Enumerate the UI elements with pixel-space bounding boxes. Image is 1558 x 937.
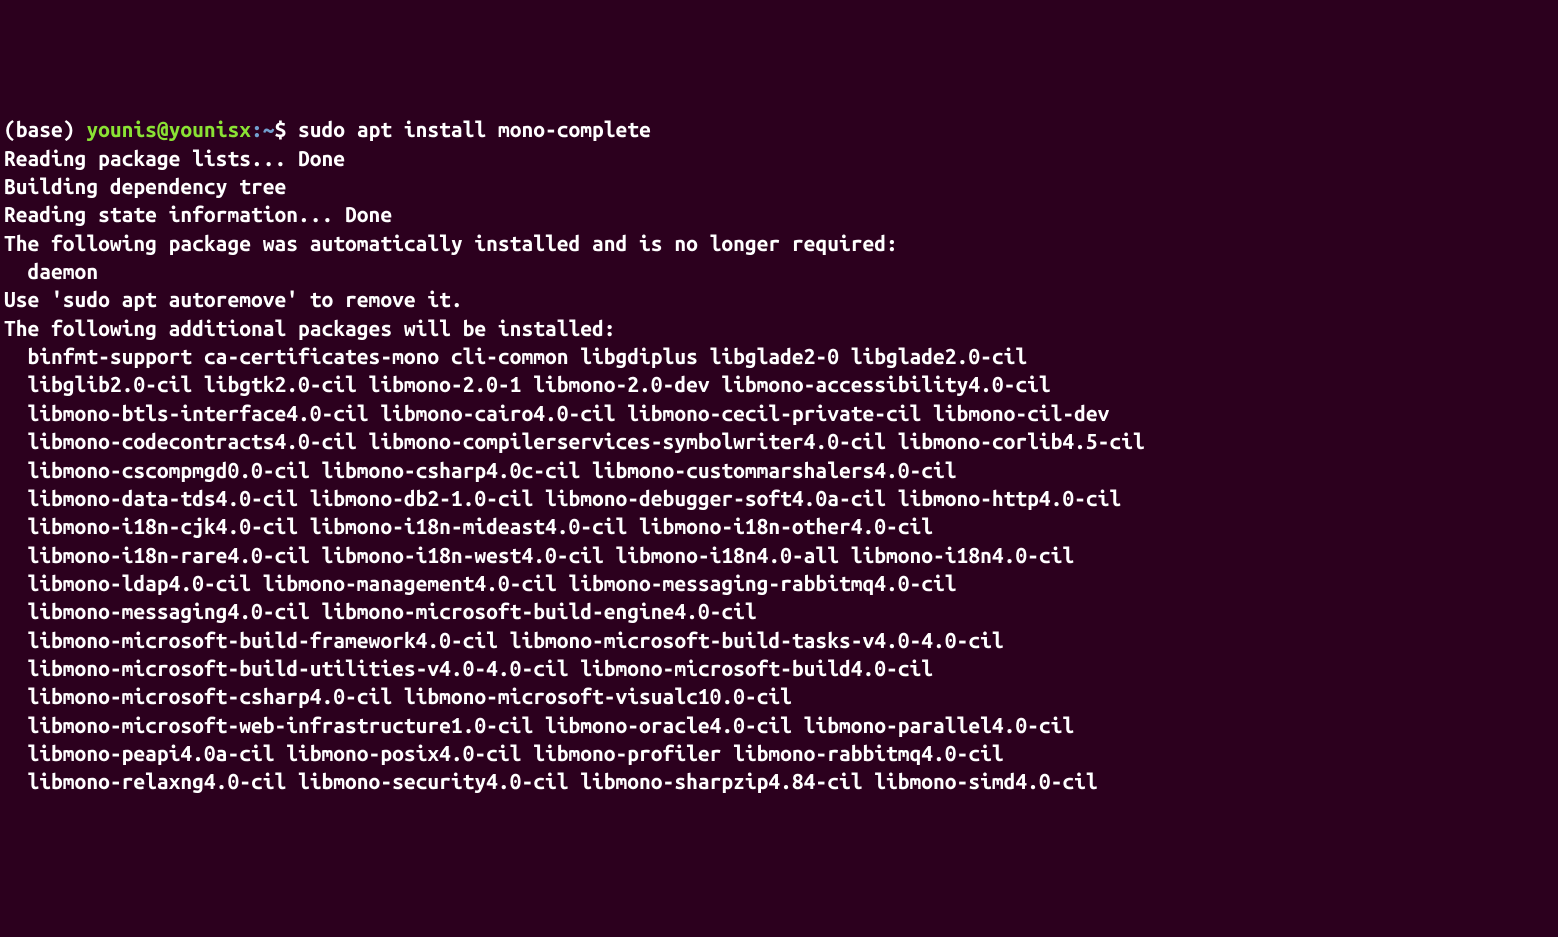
prompt-user-host: younis@younisx [86,117,251,141]
output-line: libmono-ldap4.0-cil libmono-management4.… [4,571,957,595]
prompt-path: :~ [251,117,275,141]
command-text: sudo apt install mono-complete [298,117,651,141]
output-line: libmono-peapi4.0a-cil libmono-posix4.0-c… [4,741,1004,765]
output-line: libmono-microsoft-web-infrastructure1.0-… [4,713,1074,737]
output-line: Reading package lists... Done [4,146,345,170]
prompt-symbol: $ [275,117,299,141]
output-line: The following package was automatically … [4,231,898,255]
output-line: Building dependency tree [4,174,286,198]
terminal-output[interactable]: (base) younis@younisx:~$ sudo apt instal… [4,115,1554,795]
output-line: binfmt-support ca-certificates-mono cli-… [4,344,1027,368]
output-line: libmono-i18n-rare4.0-cil libmono-i18n-we… [4,543,1074,567]
output-line: libglib2.0-cil libgtk2.0-cil libmono-2.0… [4,372,1051,396]
prompt-base: (base) [4,117,86,141]
output-line: libmono-i18n-cjk4.0-cil libmono-i18n-mid… [4,514,933,538]
output-line: Reading state information... Done [4,202,392,226]
output-line: libmono-data-tds4.0-cil libmono-db2-1.0-… [4,486,1121,510]
output-line: libmono-codecontracts4.0-cil libmono-com… [4,429,1145,453]
output-line: daemon [4,259,98,283]
output-line: libmono-relaxng4.0-cil libmono-security4… [4,769,1098,793]
output-line: Use 'sudo apt autoremove' to remove it. [4,287,463,311]
output-line: libmono-cscompmgd0.0-cil libmono-csharp4… [4,458,957,482]
output-line: libmono-microsoft-csharp4.0-cil libmono-… [4,684,792,708]
output-line: The following additional packages will b… [4,316,616,340]
output-line: libmono-microsoft-build-framework4.0-cil… [4,628,1004,652]
output-line: libmono-btls-interface4.0-cil libmono-ca… [4,401,1109,425]
output-line: libmono-messaging4.0-cil libmono-microso… [4,599,757,623]
